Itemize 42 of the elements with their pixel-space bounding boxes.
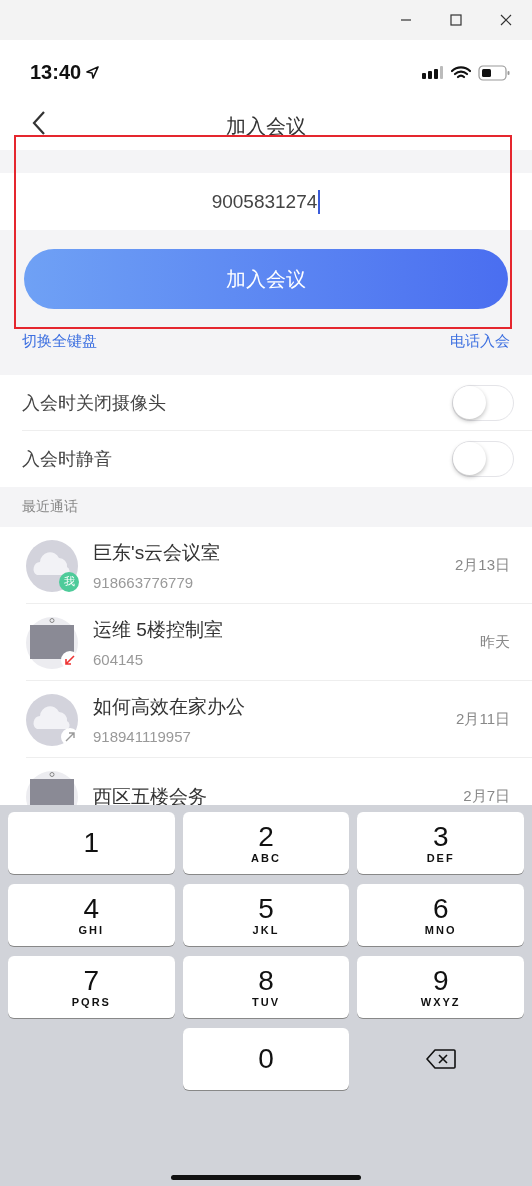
meeting-number: 918663776779 [93,574,195,591]
meeting-date: 昨天 [480,633,510,652]
phone-join-link[interactable]: 电话入会 [450,332,510,351]
toggle-label: 入会时关闭摄像头 [22,391,166,415]
keypad-key[interactable]: 2 ABC [182,812,350,874]
keypad-key[interactable]: 7 PQRS [8,956,175,1018]
meeting-date: 2月7日 [463,787,510,805]
delete-key-icon[interactable] [425,1049,456,1069]
meeting-number: 918941119957 [93,728,192,745]
status-time: 13:40 [30,61,82,84]
wifi-icon [451,65,471,80]
monitor-avatar-icon [26,616,78,669]
keypad-key[interactable]: 5 JKL [182,884,350,946]
meeting-name: 巨东's云会议室 [93,541,222,565]
meeting-name: 西区五楼会务 [93,784,208,805]
keypad-key[interactable]: 0 [182,1028,350,1090]
signal-icon [422,65,444,80]
meeting-name: 如何高效在家办公 [93,695,246,719]
keypad-key[interactable]: 6 MNO [357,884,524,946]
toggle-label: 入会时静音 [22,448,112,471]
cloud-avatar-icon [26,539,78,592]
meeting-number: 604145 [93,651,145,668]
toggle-switch[interactable] [452,441,514,477]
switch-keyboard-link[interactable]: 切换全键盘 [22,332,97,351]
page-title: 加入会议 [226,114,306,139]
back-icon[interactable] [32,110,46,136]
toggle-switch[interactable] [452,384,514,421]
keypad-key[interactable]: 4 GHI [8,884,175,946]
battery-icon [478,64,510,81]
section-header: 最近通话 [22,498,78,516]
keypad-key[interactable]: 8 TUV [182,956,350,1018]
meeting-id-field[interactable]: 9005831274 [0,173,532,230]
meeting-date: 2月11日 [456,710,510,729]
close-icon[interactable] [500,14,512,26]
meeting-name: 运维 5楼控制室 [93,618,224,642]
keypad-key[interactable]: 9 WXYZ [357,956,524,1018]
location-arrow-icon [86,66,100,79]
keypad-key[interactable]: 1 [8,812,175,874]
meeting-date: 2月13日 [454,556,510,575]
maximize-icon[interactable] [450,14,462,26]
cloud-avatar-icon [26,693,78,746]
keypad-key[interactable]: 3 DEF [357,812,524,874]
